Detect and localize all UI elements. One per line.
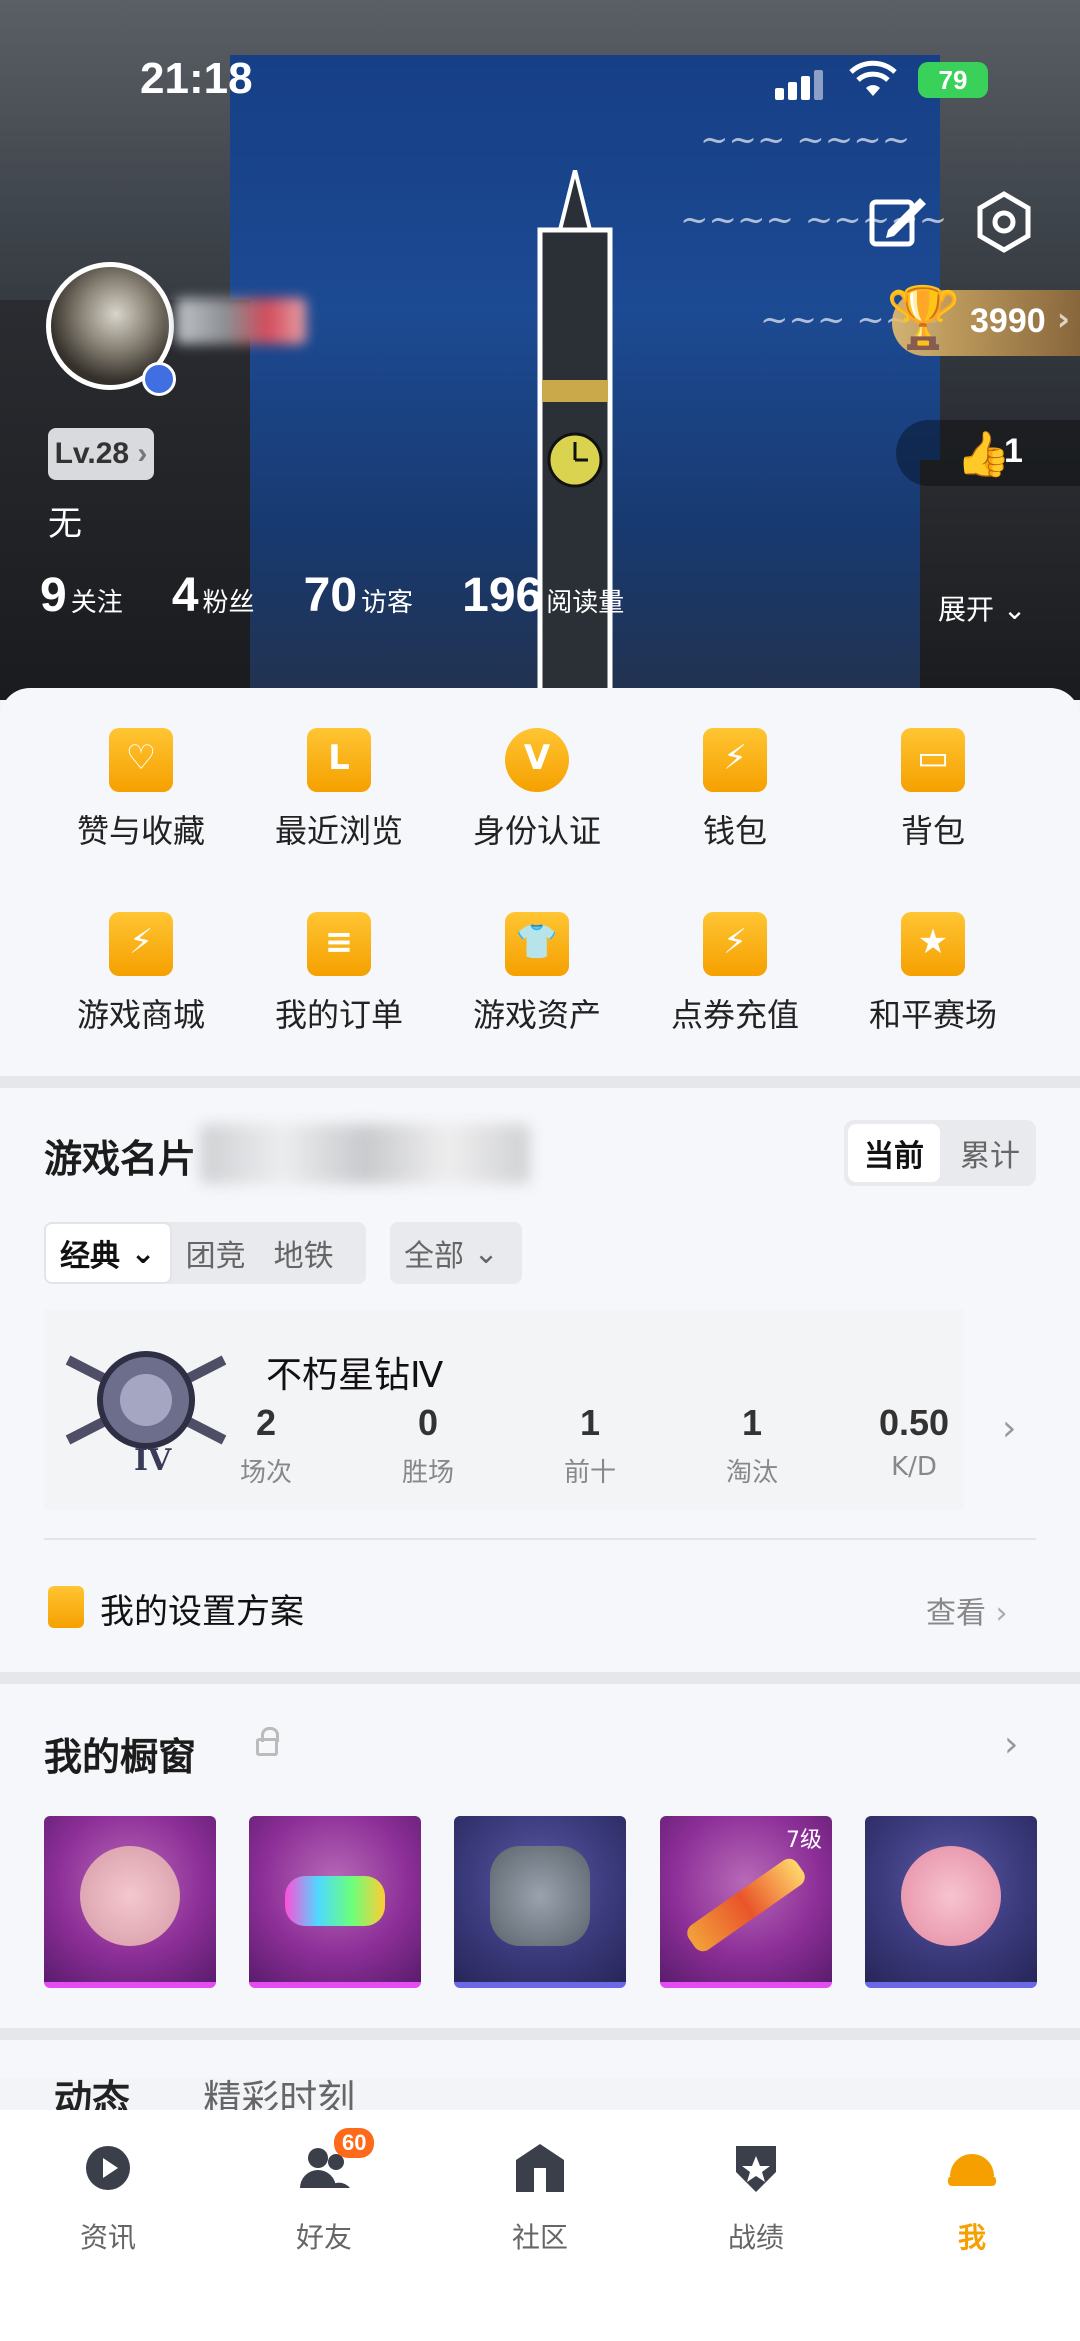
chevron-right-icon[interactable]: › [1002,1408,1016,1449]
section-divider [0,1076,1080,1088]
settings-icon[interactable] [972,190,1036,254]
status-time: 21:18 [140,54,253,103]
showcase-item-mask[interactable] [454,1816,626,1988]
section-divider [0,1672,1080,1684]
settings-plan-label[interactable]: 我的设置方案 [100,1584,304,1633]
nav-news[interactable]: 资讯 [0,2138,216,2256]
showcase-item-visor[interactable] [249,1816,421,1988]
record-shield-icon [736,2146,776,2192]
trophy-cup-icon: ★ [901,912,965,976]
trophy-points[interactable]: 🏆 3990 › [886,283,1080,356]
chevron-right-icon[interactable]: › [1004,1724,1018,1765]
stat-followers[interactable]: 4 粉丝 [172,568,255,623]
svg-text:IV: IV [134,1443,172,1478]
grid-item-my-orders[interactable]: ≡ 我的订单 [240,912,438,1036]
bottom-navigation: 资讯 好友 60 社区 战绩 我 [0,2110,1080,2341]
stat-wins: 0 胜场 [401,1402,454,1488]
stat-visitors[interactable]: 70 访客 [304,568,413,623]
game-card-title: 游戏名片 [44,1137,197,1181]
community-icon [516,2144,564,2192]
grid-item-wallet[interactable]: ⚡ 钱包 [636,728,834,852]
trophy-icon: 🏆 [886,283,961,353]
nav-friends[interactable]: 好友 [216,2138,432,2256]
chevron-down-icon: ⌄ [473,1235,499,1271]
background-handwriting: ~~~ ~~~~ [700,120,911,160]
toggle-cumulative[interactable]: 累计 [944,1120,1036,1186]
grid-item-recent-views[interactable]: L 最近浏览 [240,728,438,852]
nav-community[interactable]: 社区 [432,2138,648,2256]
visor-item-icon [285,1876,385,1926]
bookmark-heart-icon: ♡ [109,728,173,792]
bunny-item-icon [80,1846,180,1946]
weapon-item-icon [683,1854,809,1956]
settings-plan-icon [48,1586,84,1628]
expand-button[interactable]: 展开 ⌄ [938,588,1026,628]
profile-stats: 9 关注 4 粉丝 70 访客 196 阅读量 [40,568,668,623]
showcase-item-weapon[interactable]: 7级 [660,1816,832,1988]
grid-item-backpack[interactable]: ▭ 背包 [834,728,1032,852]
wifi-icon [849,60,897,96]
shopping-bag-icon: ⚡ [109,912,173,976]
rank-card[interactable]: IV 不朽星钻Ⅳ 2 场次 0 胜场 1 前十 1 淘汰 0.50 K/D [44,1310,964,1510]
mode-team[interactable]: 团竞 [172,1222,260,1284]
order-list-icon: ≡ [307,912,371,976]
backpack-icon: ▭ [901,728,965,792]
avatar-badge [142,362,176,396]
grid-item-arena[interactable]: ★ 和平赛场 [834,912,1032,1036]
folder-clock-icon: L [307,728,371,792]
toggle-current[interactable]: 当前 [848,1124,940,1182]
mode-metro[interactable]: 地铁 [260,1222,348,1284]
chevron-right-icon: › [1056,300,1070,338]
battery-indicator: 79 [918,62,988,98]
settings-view-link[interactable]: 查看 › [926,1588,1008,1632]
cellular-signal-icon [775,70,827,100]
lock-icon [256,1727,279,1756]
mask-item-icon [490,1846,590,1946]
chevron-right-icon: › [995,1596,1008,1631]
chevron-down-icon: ⌄ [1002,593,1027,626]
scope-filter[interactable]: 全部 ⌄ [390,1222,522,1284]
grid-item-recharge[interactable]: ⚡ 点券充值 [636,912,834,1036]
nav-records[interactable]: 战绩 [648,2138,864,2256]
grid-item-likes-favorites[interactable]: ♡ 赞与收藏 [42,728,240,852]
profile-bio: 无 [48,504,82,544]
tshirt-icon: 👕 [505,912,569,976]
stats-toggle: 当前 累计 [844,1120,1036,1186]
username-blurred [176,298,306,344]
news-play-icon [86,2146,130,2190]
grid-item-game-assets[interactable]: 👕 游戏资产 [438,912,636,1036]
helmet-icon [948,2154,996,2186]
showcase-item-bunny[interactable] [44,1816,216,1988]
stat-kd: 0.50 K/D [878,1402,950,1482]
rank-name: 不朽星钻Ⅳ [266,1355,444,1396]
mode-filter: 经典 ⌄ 团竞 地铁 [44,1222,366,1284]
bear-item-icon [901,1846,1001,1946]
background-building-right [920,460,1080,700]
level-badge[interactable]: Lv.28 › [48,428,154,480]
grid-item-identity[interactable]: V 身份认证 [438,728,636,852]
showcase-title: 我的橱窗 [44,1735,197,1779]
stat-reads[interactable]: 196 阅读量 [462,568,624,623]
stat-top10: 1 前十 [563,1402,616,1488]
showcase-item-bear[interactable] [865,1816,1037,1988]
stat-kills: 1 淘汰 [725,1402,778,1488]
stat-following[interactable]: 9 关注 [40,568,123,623]
likes-counter[interactable]: 👍 1 [896,420,1080,486]
friends-notification-badge: 60 [334,2128,375,2158]
mode-classic[interactable]: 经典 ⌄ [44,1222,172,1284]
status-bar: 21:18 79 [0,48,1080,118]
wallet-icon: ⚡ [703,728,767,792]
divider-line [44,1538,1036,1540]
nav-me[interactable]: 我 [864,2138,1080,2256]
edit-icon[interactable] [866,190,930,254]
section-divider [0,2028,1080,2040]
coupon-cards-icon: ⚡ [703,912,767,976]
chevron-down-icon: ⌄ [130,1235,156,1271]
grid-item-game-store[interactable]: ⚡ 游戏商城 [42,912,240,1036]
game-id-blurred [200,1124,530,1184]
stat-matches: 2 场次 [239,1402,292,1488]
verified-badge-icon: V [505,728,569,792]
thumbs-up-icon: 👍 [956,429,1011,480]
